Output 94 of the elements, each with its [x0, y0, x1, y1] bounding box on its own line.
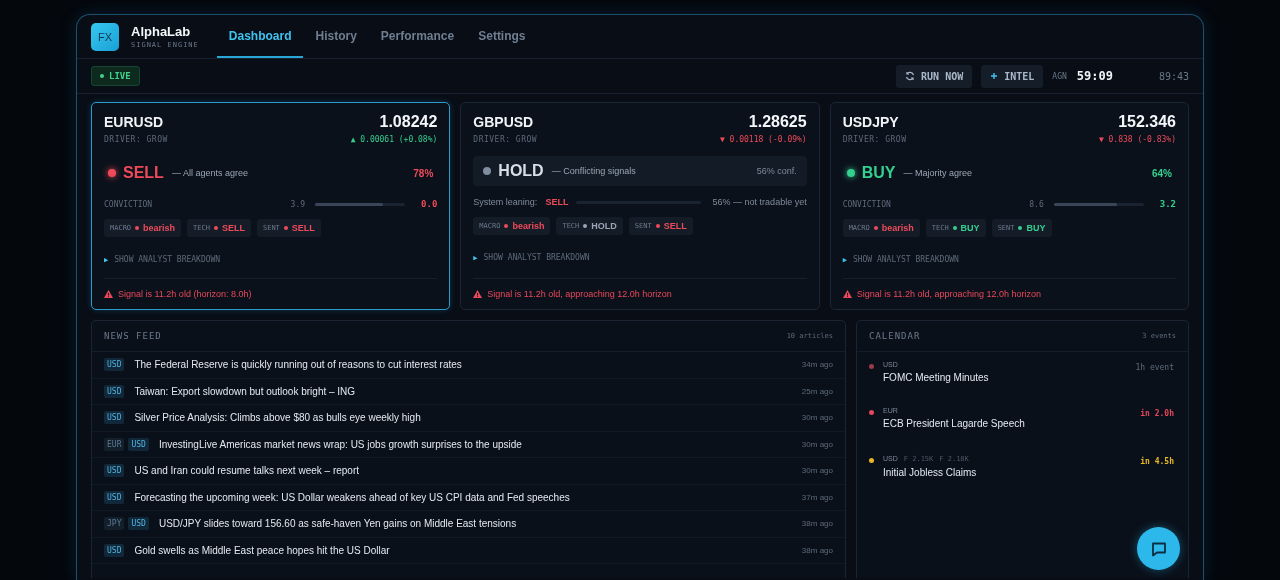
driver-label: DRIVER: GROW: [104, 135, 168, 144]
nav-tab[interactable]: Performance: [368, 15, 467, 58]
conviction-start: 3.9: [290, 199, 306, 209]
conviction-value: 3.2: [1159, 199, 1176, 209]
price-change: ▼ 0.838 (-0.83%): [1098, 135, 1176, 144]
leaning-note: 56% — not tradable yet: [712, 197, 807, 207]
signal-label: HOLD: [498, 162, 544, 180]
nav-tab[interactable]: Dashboard: [216, 15, 304, 58]
nav-tab[interactable]: Settings: [466, 15, 538, 58]
leaning-value: SELL: [545, 197, 569, 207]
signal-note: — Majority agree: [903, 168, 973, 178]
chip-value: bearish: [143, 223, 176, 233]
currency-tag: USD: [104, 543, 125, 557]
pair-symbol: GBPUSD: [473, 114, 534, 130]
pair-symbol: USDJPY: [842, 114, 899, 130]
live-badge: LIVE: [91, 66, 140, 86]
news-time: 34m ago: [801, 360, 833, 370]
signal-label: BUY: [861, 164, 896, 182]
clock-time: 89:43: [1158, 70, 1189, 82]
chip-value: bearish: [512, 221, 545, 231]
agent-label: AGN: [1052, 71, 1067, 81]
news-time: 38m ago: [801, 519, 833, 529]
warning-text: Signal is 11.2h old (horizon: 8.0h): [118, 289, 252, 299]
news-headline[interactable]: Forecasting the upcoming week: US Dollar weakens ahead of key US CPI data and Fed speeches: [134, 491, 798, 503]
warning-text: Signal is 11.2h old, approaching 12.0h horizon: [487, 289, 672, 299]
price-change: ▼ 0.00118 (-0.09%): [719, 135, 807, 144]
news-headline[interactable]: Silver Price Analysis: Climbs above $80 as bulls eye weekly high: [134, 412, 798, 424]
action-button[interactable]: RUN NOW: [896, 64, 973, 88]
event-name: Initial Jobless Claims: [883, 467, 978, 478]
plus-icon: [990, 72, 999, 80]
countdown-timer: 59:09: [1076, 69, 1113, 83]
currency-tag: USD: [104, 384, 125, 398]
currency-tag: USD: [128, 437, 149, 451]
nav-tab[interactable]: History: [303, 15, 369, 58]
news-time: 38m ago: [801, 545, 833, 555]
pair-price: 1.08242: [379, 113, 438, 131]
chip-value: SELL: [221, 223, 245, 233]
leaning-label: System leaning:: [473, 197, 538, 207]
pair-card[interactable]: [460, 102, 820, 310]
event-time: in 2.0h: [1140, 409, 1174, 420]
news-headline[interactable]: USD/JPY slides toward 156.60 as safe-haven Yen gains on Middle East tensions: [158, 518, 798, 530]
conviction-start: 8.6: [1029, 199, 1044, 209]
action-button[interactable]: INTEL: [981, 64, 1044, 88]
refresh-icon: [905, 71, 916, 81]
conviction-label: CONVICTION: [104, 199, 154, 209]
news-headline[interactable]: The Federal Reserve is quickly running out of reasons to cut interest rates: [134, 359, 798, 371]
warning-icon: [842, 290, 852, 298]
warning-text: Signal is 11.2h old, approaching 12.0h horizon: [856, 289, 1042, 299]
pair-price: 1.28625: [748, 113, 807, 131]
panel-title: NEWS FEED: [104, 331, 162, 341]
news-headline[interactable]: Gold swells as Middle East peace hopes hit the US Dollar: [134, 544, 798, 556]
news-headline[interactable]: Taiwan: Export slowdown but outlook bright – ING: [134, 385, 798, 397]
panel-title: CALENDAR: [869, 331, 921, 341]
news-headline[interactable]: InvestingLive Americas market news wrap: US jobs growth surprises to the upside: [158, 438, 798, 450]
confidence-value: 78%: [413, 167, 434, 179]
warning-icon: [104, 290, 113, 298]
currency-tag: USD: [128, 517, 149, 531]
driver-label: DRIVER: GROW: [473, 135, 538, 144]
pair-symbol: EURUSD: [104, 114, 164, 130]
news-time: 30m ago: [801, 439, 833, 449]
currency-tag: EUR: [104, 437, 125, 451]
currency-tag: USD: [104, 358, 125, 372]
news-time: 30m ago: [801, 413, 833, 423]
event-name: ECB President Lagarde Speech: [883, 418, 1026, 429]
warning-icon: [473, 290, 483, 298]
event-name: FOMC Meeting Minutes: [883, 372, 990, 383]
price-change: ▲ 0.00061 (+0.08%): [350, 135, 438, 144]
currency-tag: USD: [104, 490, 125, 504]
currency-tag: JPY: [104, 517, 125, 531]
news-headline[interactable]: US and Iran could resume talks next week – report: [134, 465, 798, 477]
driver-label: DRIVER: GROW: [842, 135, 907, 144]
confidence-value: 56% conf.: [756, 166, 797, 176]
signal-note: — Conflicting signals: [551, 166, 637, 176]
confidence-value: 64%: [1151, 167, 1172, 179]
chip-value: SELL: [291, 223, 315, 233]
signal-note: — All agents agree: [171, 168, 249, 178]
logo-badge: FX: [91, 22, 119, 51]
chip-value: bearish: [881, 223, 914, 233]
currency-tag: USD: [104, 411, 125, 425]
news-time: 25m ago: [801, 386, 833, 396]
app-name: AlphaLab: [131, 24, 192, 39]
event-time: in 4.5h: [1140, 457, 1174, 468]
news-time: 30m ago: [801, 466, 833, 476]
currency-tag: USD: [104, 464, 125, 478]
chip-value: BUY: [960, 223, 980, 233]
signal-label: SELL: [123, 164, 164, 182]
news-time: 37m ago: [801, 492, 833, 502]
chip-value: HOLD: [591, 221, 617, 231]
chip-value: SELL: [663, 221, 687, 231]
event-time: 1h event: [1135, 363, 1174, 374]
conviction-label: CONVICTION: [842, 199, 892, 209]
conviction-value: 0.0: [421, 199, 438, 209]
pair-price: 152.346: [1118, 113, 1176, 131]
chip-value: BUY: [1026, 223, 1046, 233]
